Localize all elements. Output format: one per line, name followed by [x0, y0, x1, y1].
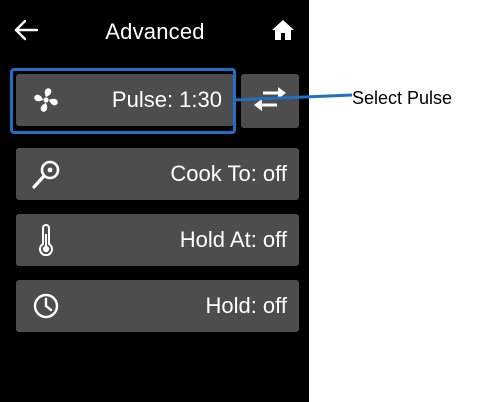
- device-screen: Advanced Pulse: 1:30 Cook To: off Hold A…: [0, 0, 309, 402]
- pulse-label: Pulse: 1:30: [111, 87, 222, 112]
- swap-arrows-icon: [253, 84, 287, 119]
- hold-at-label: Hold At: off: [179, 227, 287, 252]
- header-bar: Advanced: [0, 0, 309, 64]
- thermometer-icon: [30, 224, 62, 256]
- cook-to-label: Cook To: off: [170, 161, 287, 186]
- hold-button[interactable]: Hold: off: [16, 280, 299, 332]
- swap-button[interactable]: [241, 74, 299, 128]
- back-button[interactable]: [8, 16, 44, 48]
- home-icon: [271, 19, 295, 46]
- hold-label: Hold: off: [205, 293, 287, 318]
- page-title: Advanced: [105, 19, 205, 44]
- probe-icon: [30, 158, 62, 190]
- clock-icon: [30, 290, 62, 322]
- fan-icon: [30, 84, 62, 116]
- callout-label: Select Pulse: [352, 88, 453, 108]
- cook-to-button[interactable]: Cook To: off: [16, 148, 299, 200]
- home-button[interactable]: [266, 16, 300, 48]
- pulse-button[interactable]: Pulse: 1:30: [16, 74, 234, 126]
- annotated-screenshot: Advanced Pulse: 1:30 Cook To: off Hold A…: [0, 0, 483, 402]
- arrow-left-icon: [13, 19, 39, 46]
- hold-at-button[interactable]: Hold At: off: [16, 214, 299, 266]
